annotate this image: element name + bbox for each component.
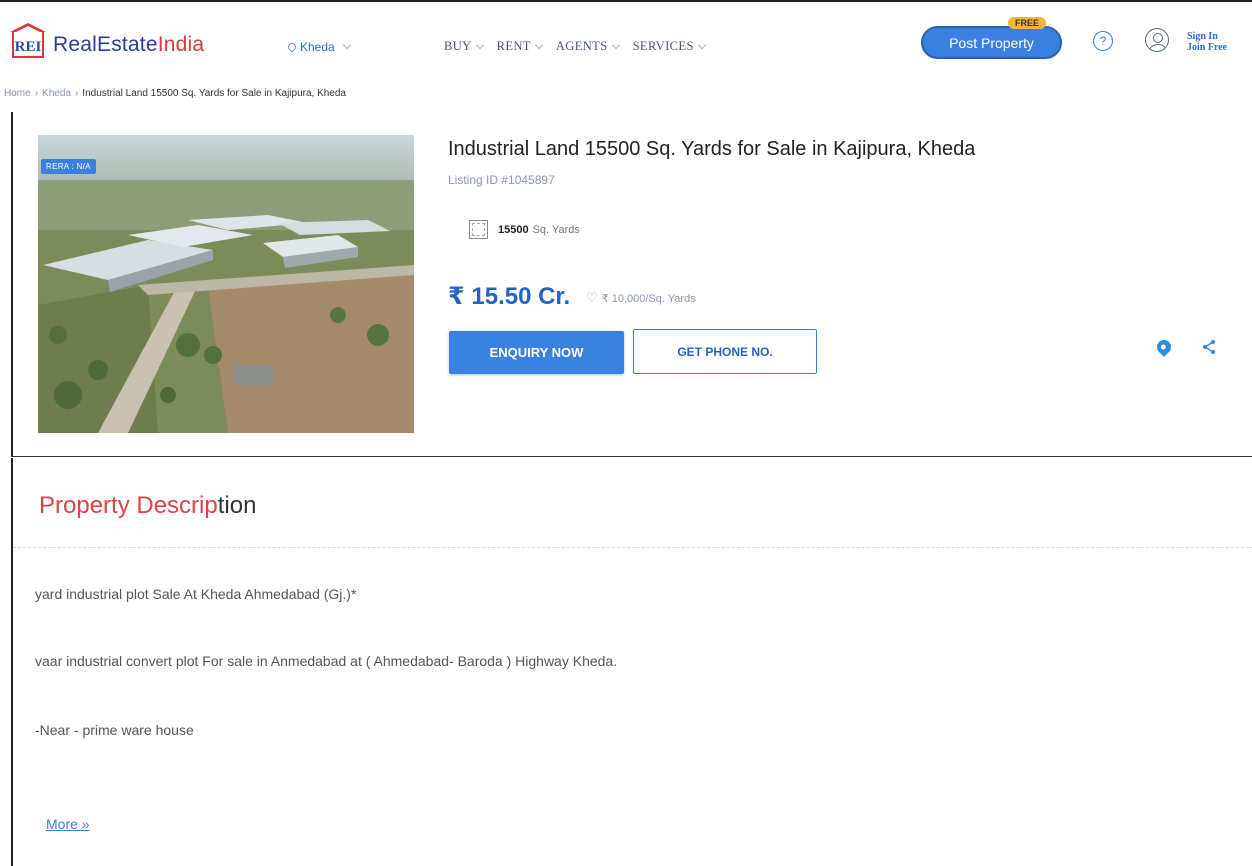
description-line: -Near - prime ware house: [35, 722, 194, 738]
listing-id: Listing ID #1045897: [448, 173, 555, 187]
sign-in-label: Sign In: [1187, 31, 1218, 42]
get-phone-button[interactable]: GET PHONE NO.: [633, 329, 817, 374]
divider: [13, 547, 1252, 548]
property-photo[interactable]: RERA : N/A: [38, 135, 414, 433]
more-link[interactable]: More »: [46, 816, 90, 832]
breadcrumb: Home › Kheda › Industrial Land 15500 Sq. Y…: [4, 88, 346, 99]
location-label: Kheda: [300, 40, 335, 54]
nav-label: BUY: [444, 39, 472, 53]
chevron-down-icon: [697, 40, 707, 49]
chevron-down-icon: [475, 40, 484, 49]
site-header: REI RealEstateIndia Kheda BUY RENT AGENT…: [0, 0, 1252, 80]
rera-badge: RERA : N/A: [41, 159, 96, 174]
breadcrumb-current: Industrial Land 15500 Sq. Yards for Sale…: [82, 88, 346, 99]
breadcrumb-separator: ›: [34, 88, 39, 99]
listing-summary: RERA : N/A Industrial Land 15500 Sq. Yar…: [11, 112, 1252, 457]
nav-buy[interactable]: BUY: [444, 39, 484, 54]
sign-in-link[interactable]: Sign In Join Free: [1187, 31, 1227, 53]
breadcrumb-home[interactable]: Home: [4, 88, 31, 99]
nav-services[interactable]: SERVICES: [632, 39, 707, 54]
nav-label: SERVICES: [632, 39, 694, 53]
logo-text-realestate: RealEstate: [53, 33, 158, 56]
description-line: yard industrial plot Sale At Kheda Ahmed…: [35, 586, 357, 602]
breadcrumb-kheda[interactable]: Kheda: [42, 88, 71, 99]
logo-mark-text: REI: [14, 39, 42, 55]
post-property-button[interactable]: Post Property: [921, 26, 1062, 59]
description-heading-rest: tion: [217, 492, 257, 519]
listing-title: Industrial Land 15500 Sq. Yards for Sale…: [448, 138, 976, 160]
chevron-down-icon: [534, 40, 544, 49]
join-free-label: Join Free: [1187, 42, 1228, 53]
main-nav: BUY RENT AGENTS SERVICES: [444, 39, 707, 54]
share-icon[interactable]: [1201, 339, 1217, 355]
price-rate: ♡ ₹ 10,000/Sq. Yards: [586, 290, 696, 306]
rate-text: ₹ 10,000/Sq. Yards: [601, 292, 696, 305]
nav-label: AGENTS: [555, 39, 608, 53]
enquiry-now-button[interactable]: ENQUIRY NOW: [449, 331, 624, 374]
nav-rent[interactable]: RENT: [496, 39, 544, 54]
logo-text: RealEstateIndia: [53, 33, 204, 57]
description-heading-highlight: Property Descrip: [39, 492, 218, 519]
listing-price: ₹ 15.50 Cr.: [448, 283, 571, 310]
description-line: vaar industrial convert plot For sale in…: [35, 653, 618, 669]
nav-label: RENT: [496, 39, 531, 53]
aerial-photo-illustration: [38, 135, 414, 433]
map-pin-icon[interactable]: [1154, 337, 1174, 357]
chevron-down-icon: [611, 40, 620, 49]
area-icon: [469, 220, 488, 239]
help-icon[interactable]: ?: [1093, 31, 1113, 51]
location-pin-icon: [286, 41, 298, 53]
location-selector[interactable]: Kheda: [286, 40, 351, 54]
area-unit: Sq. Yards: [532, 223, 580, 236]
heart-icon[interactable]: ♡: [586, 290, 598, 306]
rei-logo-icon: REI: [10, 23, 46, 58]
user-icon[interactable]: [1145, 28, 1169, 52]
logo-text-india: India: [157, 33, 205, 56]
breadcrumb-separator: ›: [74, 88, 79, 99]
area-value: 15500: [498, 223, 529, 236]
description-heading: Property Description: [39, 492, 256, 520]
chevron-down-icon: [342, 40, 351, 50]
property-description: Property Description yard industrial plo…: [11, 458, 1252, 866]
area-info: 15500 Sq. Yards: [469, 220, 580, 239]
nav-agents[interactable]: AGENTS: [555, 39, 620, 54]
site-logo[interactable]: REI RealEstateIndia: [10, 23, 204, 58]
free-badge: FREE: [1008, 17, 1047, 29]
